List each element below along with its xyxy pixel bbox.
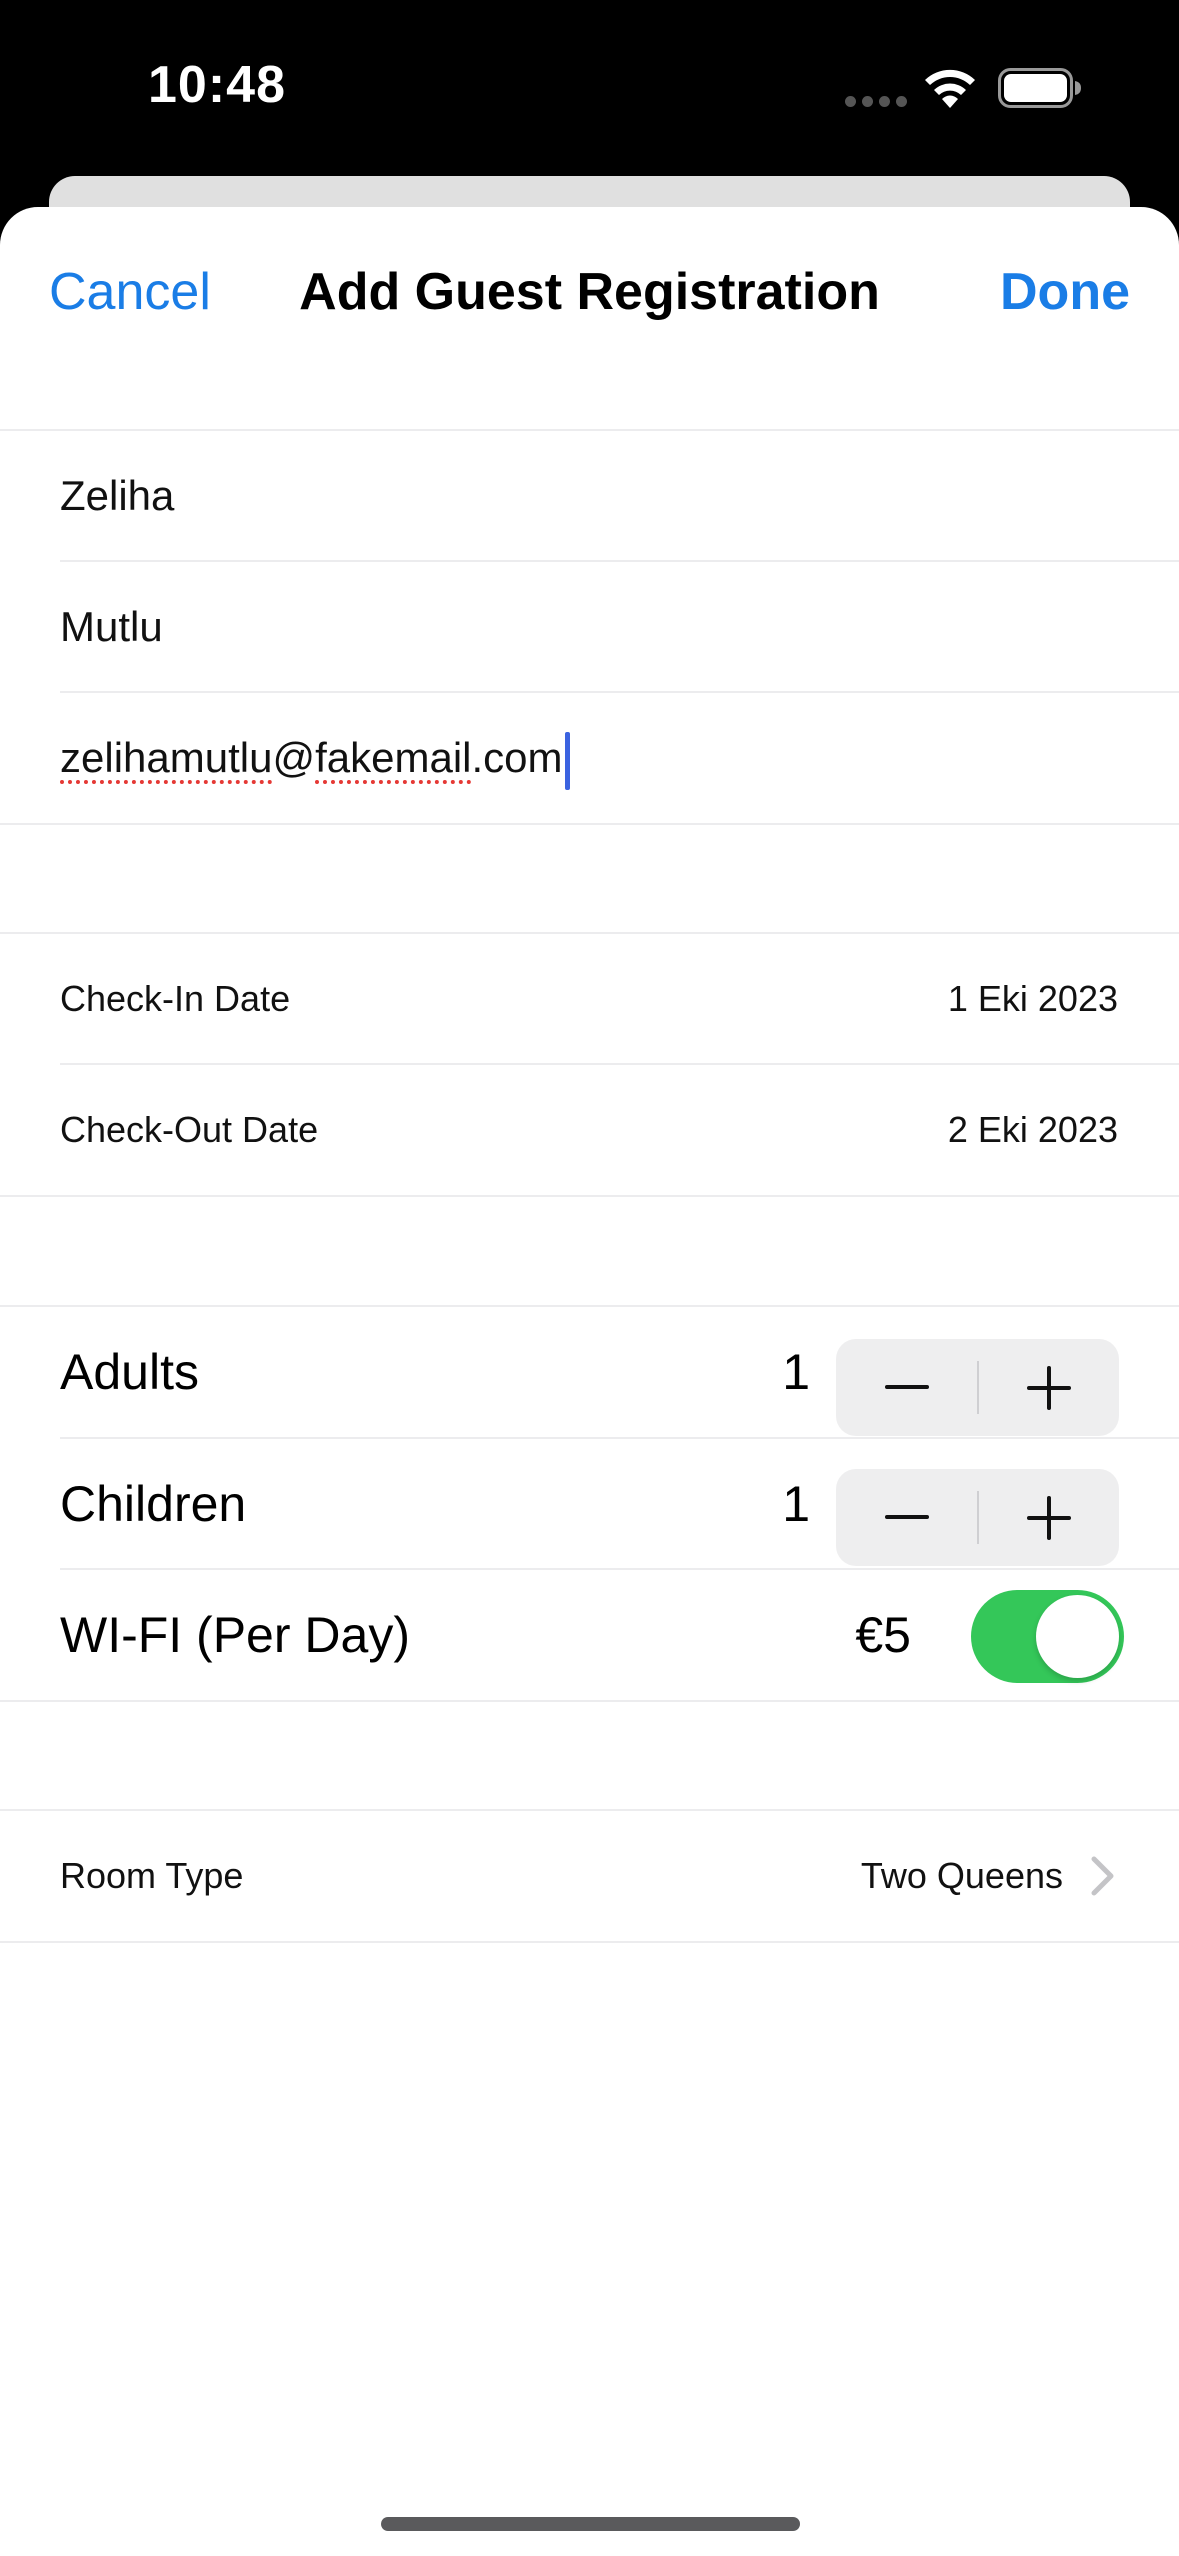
- battery-icon: [998, 68, 1081, 108]
- divider: [0, 823, 1179, 825]
- spellcheck-word: fakemail: [315, 734, 472, 781]
- wifi-icon: [925, 69, 975, 108]
- status-time: 10:48: [148, 56, 286, 114]
- plus-icon: [1026, 1365, 1071, 1410]
- adults-stepper: [836, 1339, 1119, 1436]
- wifi-toggle[interactable]: [971, 1590, 1124, 1683]
- children-increment-button[interactable]: [978, 1469, 1119, 1566]
- email-at: @: [272, 734, 316, 781]
- email-row: zelihamutlu@fakemail.com: [0, 693, 1179, 823]
- divider: [0, 1700, 1179, 1702]
- minus-icon: [884, 1514, 929, 1519]
- children-stepper: [836, 1469, 1119, 1566]
- wifi-row: WI-FI (Per Day) €5: [0, 1570, 1179, 1700]
- toggle-knob: [1036, 1595, 1119, 1678]
- check-in-value[interactable]: 1 Eki 2023: [948, 934, 1118, 1064]
- done-button[interactable]: Done: [1000, 262, 1130, 322]
- last-name-field[interactable]: Mutlu: [60, 562, 163, 692]
- chevron-right-icon: [1091, 1856, 1114, 1896]
- children-count: 1: [782, 1476, 810, 1532]
- divider: [0, 1195, 1179, 1197]
- status-bar: 10:48: [0, 0, 1179, 175]
- last-name-row: Mutlu: [0, 562, 1179, 692]
- check-out-row[interactable]: Check-Out Date 2 Eki 2023: [0, 1065, 1179, 1195]
- children-row: Children 1: [0, 1439, 1179, 1569]
- add-guest-sheet: Cancel Add Guest Registration Done Zelih…: [0, 207, 1179, 2556]
- children-label: Children: [60, 1476, 247, 1532]
- adults-label: Adults: [60, 1344, 199, 1400]
- adults-increment-button[interactable]: [978, 1339, 1119, 1436]
- room-type-value: Two Queens: [860, 1855, 1063, 1896]
- email-domain-suffix: .com: [471, 734, 563, 781]
- minus-icon: [884, 1384, 929, 1389]
- text-cursor: [564, 731, 570, 790]
- plus-icon: [1026, 1495, 1071, 1540]
- check-in-row[interactable]: Check-In Date 1 Eki 2023: [0, 934, 1179, 1064]
- first-name-row: Zeliha: [0, 431, 1179, 561]
- room-type-row[interactable]: Room Type Two Queens: [0, 1811, 1179, 1941]
- room-type-label: Room Type: [60, 1855, 244, 1896]
- wifi-label: WI-FI (Per Day): [60, 1607, 410, 1663]
- check-out-value[interactable]: 2 Eki 2023: [948, 1065, 1118, 1195]
- spellcheck-word: zelihamutlu: [60, 734, 273, 781]
- children-decrement-button[interactable]: [836, 1469, 977, 1566]
- adults-row: Adults 1: [0, 1307, 1179, 1437]
- first-name-field[interactable]: Zeliha: [60, 431, 174, 561]
- adults-count: 1: [782, 1344, 810, 1400]
- adults-decrement-button[interactable]: [836, 1339, 977, 1436]
- email-field[interactable]: zelihamutlu@fakemail.com: [60, 693, 570, 823]
- wifi-price: €5: [855, 1607, 911, 1663]
- divider: [0, 1941, 1179, 1943]
- check-in-label: Check-In Date: [60, 978, 291, 1019]
- signal-dots-icon: [845, 96, 907, 107]
- home-indicator[interactable]: [381, 2517, 800, 2531]
- check-out-label: Check-Out Date: [60, 1109, 319, 1150]
